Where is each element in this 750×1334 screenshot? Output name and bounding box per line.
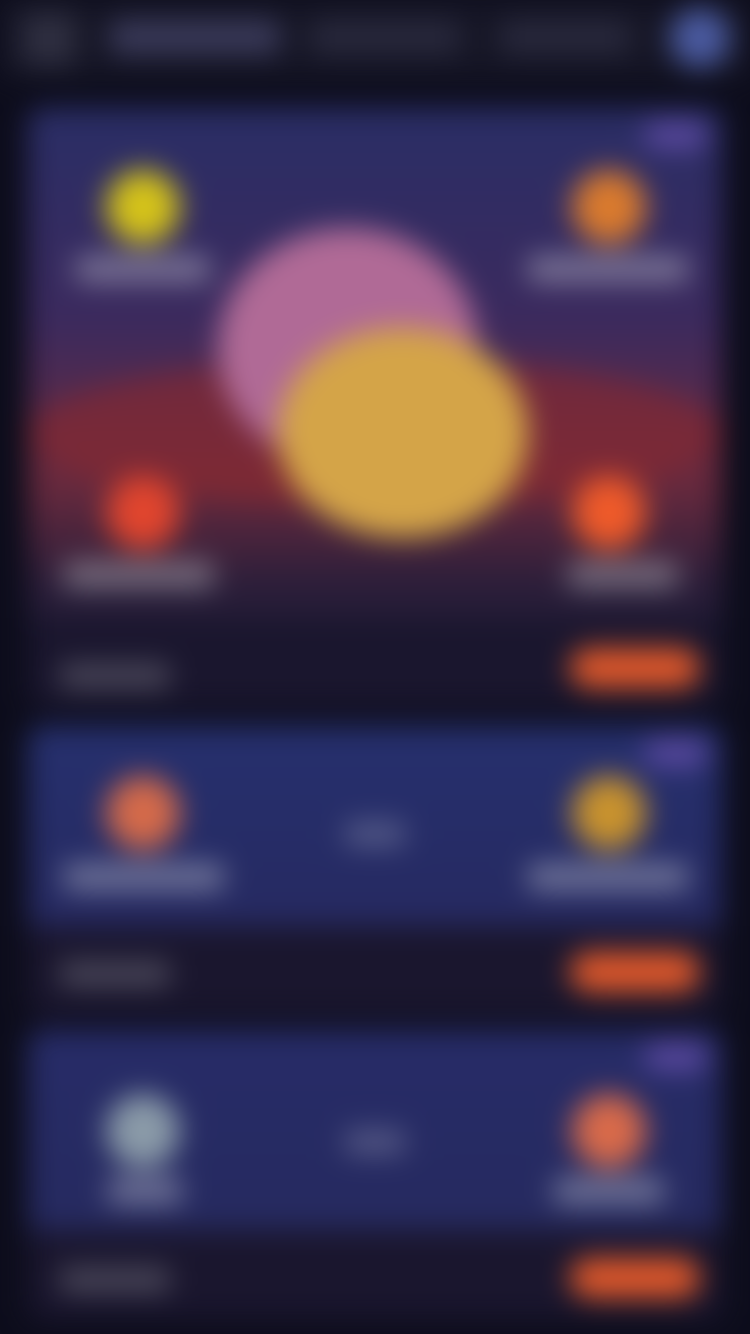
home-team-logo — [106, 476, 180, 550]
match-card[interactable] — [28, 726, 722, 1016]
app-screen — [0, 0, 750, 1334]
menu-icon[interactable] — [22, 12, 76, 66]
home-team-name — [108, 1178, 182, 1204]
match-badge — [644, 1044, 708, 1070]
away-team-logo — [572, 476, 646, 550]
match-time — [60, 962, 170, 986]
top-navigation-bar — [0, 0, 750, 78]
match-badge — [644, 740, 708, 766]
nav-tab-3[interactable] — [500, 20, 630, 54]
match-card-featured[interactable] — [28, 108, 722, 708]
home-team-logo — [106, 776, 180, 850]
bet-button[interactable] — [570, 1258, 700, 1298]
vs-label — [345, 1130, 405, 1154]
away-team-logo — [572, 170, 646, 244]
blurred-content — [0, 0, 750, 1334]
home-team-logo — [106, 170, 180, 244]
nav-tab-2[interactable] — [310, 20, 460, 54]
away-team-logo — [572, 1094, 646, 1168]
away-team-name — [528, 864, 688, 890]
home-team-name — [76, 256, 210, 282]
away-team-logo — [572, 776, 646, 850]
away-team-name — [568, 562, 678, 588]
home-team-name — [64, 562, 214, 588]
away-team-name — [528, 256, 688, 282]
vs-label — [345, 822, 405, 846]
home-team-logo — [106, 1094, 180, 1168]
bet-button[interactable] — [570, 952, 700, 992]
match-badge — [644, 122, 708, 148]
match-card[interactable] — [28, 1030, 722, 1320]
card-glow — [278, 328, 528, 538]
user-avatar-icon[interactable] — [670, 8, 730, 68]
nav-tab-1[interactable] — [110, 20, 280, 54]
home-team-name — [64, 864, 224, 890]
away-team-name — [554, 1178, 664, 1204]
match-time — [60, 1268, 170, 1292]
bet-button[interactable] — [570, 648, 700, 688]
match-time — [60, 664, 170, 688]
